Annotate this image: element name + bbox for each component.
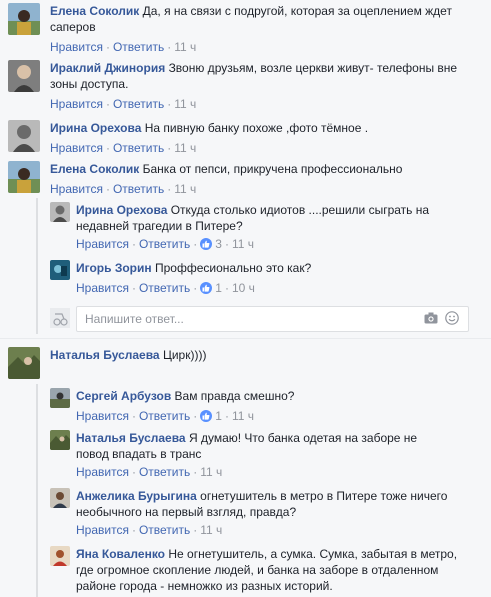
emoji-icon[interactable] (445, 311, 459, 328)
comment-text: саперов (50, 20, 96, 34)
comment-text: Да, я на связи с подругой, которая за оц… (142, 4, 452, 18)
avatar[interactable] (50, 388, 70, 408)
timestamp[interactable]: 11 ч (174, 97, 196, 111)
reply: Ирина Орехова Откуда столько идиотов ...… (50, 202, 490, 252)
comment-text: зоны доступа. (50, 77, 129, 91)
timestamp[interactable]: 10 ч (232, 281, 255, 295)
reply-author[interactable]: Яна Коваленко (76, 547, 165, 561)
reply-text: Проффесионально это как? (154, 261, 312, 275)
reply-link[interactable]: Ответить (139, 523, 190, 537)
reply-text: недавней трагедии в Питере? (76, 219, 243, 233)
avatar[interactable] (8, 120, 40, 152)
comment-text: Цирк)))) (162, 348, 207, 362)
reply-link[interactable]: Ответить (139, 281, 190, 295)
reply: Игорь Зорин Проффесионально это как? Нра… (50, 260, 490, 296)
like-link[interactable]: Нравится (50, 97, 103, 111)
comment: Елена Соколик Банка от пепси, прикручена… (8, 161, 488, 201)
reply-link[interactable]: Ответить (113, 141, 164, 155)
reply-text: районе города - немножко из разных истор… (76, 579, 333, 593)
avatar[interactable] (8, 347, 40, 379)
avatar[interactable] (50, 488, 70, 508)
reply-author[interactable]: Ирина Орехова (76, 203, 167, 217)
camera-icon[interactable] (424, 312, 438, 327)
comment-text: На пивную банку похоже ,фото тёмное . (144, 121, 369, 135)
like-link[interactable]: Нравится (76, 281, 129, 295)
reply-input-box[interactable] (76, 306, 469, 332)
comment-author[interactable]: Ираклий Джинория (50, 61, 165, 75)
avatar[interactable] (50, 430, 70, 450)
reply-thread-line (36, 198, 38, 334)
timestamp[interactable]: 11 ч (174, 182, 196, 196)
reply: Анжелика Бурыгина огнетушитель в метро в… (50, 488, 490, 540)
comment-author[interactable]: Наталья Буслаева (50, 348, 160, 362)
comment-author[interactable]: Ирина Орехова (50, 121, 141, 135)
reply-link[interactable]: Ответить (113, 40, 164, 54)
comment: Наталья Буслаева Цирк)))) (8, 347, 488, 379)
timestamp[interactable]: 11 ч (200, 523, 222, 537)
comment-author[interactable]: Елена Соколик (50, 162, 139, 176)
like-link[interactable]: Нравится (50, 182, 103, 196)
reply-text: огнетушитель в метро в Питере тоже ничег… (200, 489, 448, 503)
comment: Елена Соколик Да, я на связи с подругой,… (8, 3, 488, 58)
avatar[interactable] (50, 546, 70, 566)
like-link[interactable]: Нравится (76, 523, 129, 537)
comment-text: Банка от пепси, прикручена профессиональ… (142, 162, 403, 176)
like-icon[interactable] (200, 282, 213, 294)
reply-input[interactable] (83, 311, 407, 327)
reply-link[interactable]: Ответить (113, 97, 164, 111)
reply-link[interactable]: Ответить (113, 182, 164, 196)
like-link[interactable]: Нравится (76, 465, 129, 479)
avatar[interactable] (50, 202, 70, 222)
reply: Яна Коваленко Не огнетушитель, а сумка. … (50, 546, 490, 597)
reply-author[interactable]: Игорь Зорин (76, 261, 152, 275)
like-link[interactable]: Нравится (50, 141, 103, 155)
like-link[interactable]: Нравится (76, 237, 129, 251)
comment: Ираклий Джинория Звоню друзьям, возле це… (8, 60, 488, 115)
comment-divider (0, 338, 491, 339)
like-link[interactable]: Нравится (50, 40, 103, 54)
reply-thread-line (36, 384, 38, 597)
like-count[interactable]: 3 (215, 237, 222, 251)
reply-author[interactable]: Сергей Арбузов (76, 389, 171, 403)
timestamp[interactable]: 11 ч (200, 465, 222, 479)
like-count[interactable]: 1 (215, 409, 222, 423)
like-link[interactable]: Нравится (76, 409, 129, 423)
timestamp[interactable]: 11 ч (174, 141, 196, 155)
like-icon[interactable] (200, 238, 213, 250)
comment: Ирина Орехова На пивную банку похоже ,фо… (8, 120, 488, 160)
reply-link[interactable]: Ответить (139, 409, 190, 423)
reply-text: Вам правда смешно? (174, 389, 295, 403)
avatar[interactable] (50, 260, 70, 280)
reply-text: Не огнетушитель, а сумка. Сумка, забытая… (168, 547, 458, 561)
reply-text: где огромное скопление людей, и банка на… (76, 563, 439, 577)
reply-author[interactable]: Наталья Буслаева (76, 431, 186, 445)
reply-composer-avatar (50, 308, 70, 328)
timestamp[interactable]: 11 ч (174, 40, 196, 54)
like-icon[interactable] (200, 410, 213, 422)
timestamp[interactable]: 11 ч (232, 237, 254, 251)
reply: Наталья Буслаева Я думаю! Что банка одет… (50, 430, 490, 482)
avatar[interactable] (8, 60, 40, 92)
reply-text: Я думаю! Что банка одетая на заборе не (188, 431, 418, 445)
timestamp[interactable]: 11 ч (232, 409, 254, 423)
avatar[interactable] (8, 161, 40, 193)
comment-text: Звоню друзьям, возле церкви живут- телеф… (168, 61, 458, 75)
reply-text: Откуда столько идиотов ....решили сыграт… (170, 203, 430, 217)
reply-text: необычного на первый взгляд, правда? (76, 505, 297, 519)
reply-author[interactable]: Анжелика Бурыгина (76, 489, 197, 503)
reply-link[interactable]: Ответить (139, 237, 190, 251)
reply-link[interactable]: Ответить (139, 465, 190, 479)
like-count[interactable]: 1 (215, 281, 222, 295)
avatar[interactable] (8, 3, 40, 35)
reply-text: повод впадать в транс (76, 447, 202, 461)
comment-author[interactable]: Елена Соколик (50, 4, 139, 18)
reply: Сергей Арбузов Вам правда смешно? Нравит… (50, 388, 490, 424)
